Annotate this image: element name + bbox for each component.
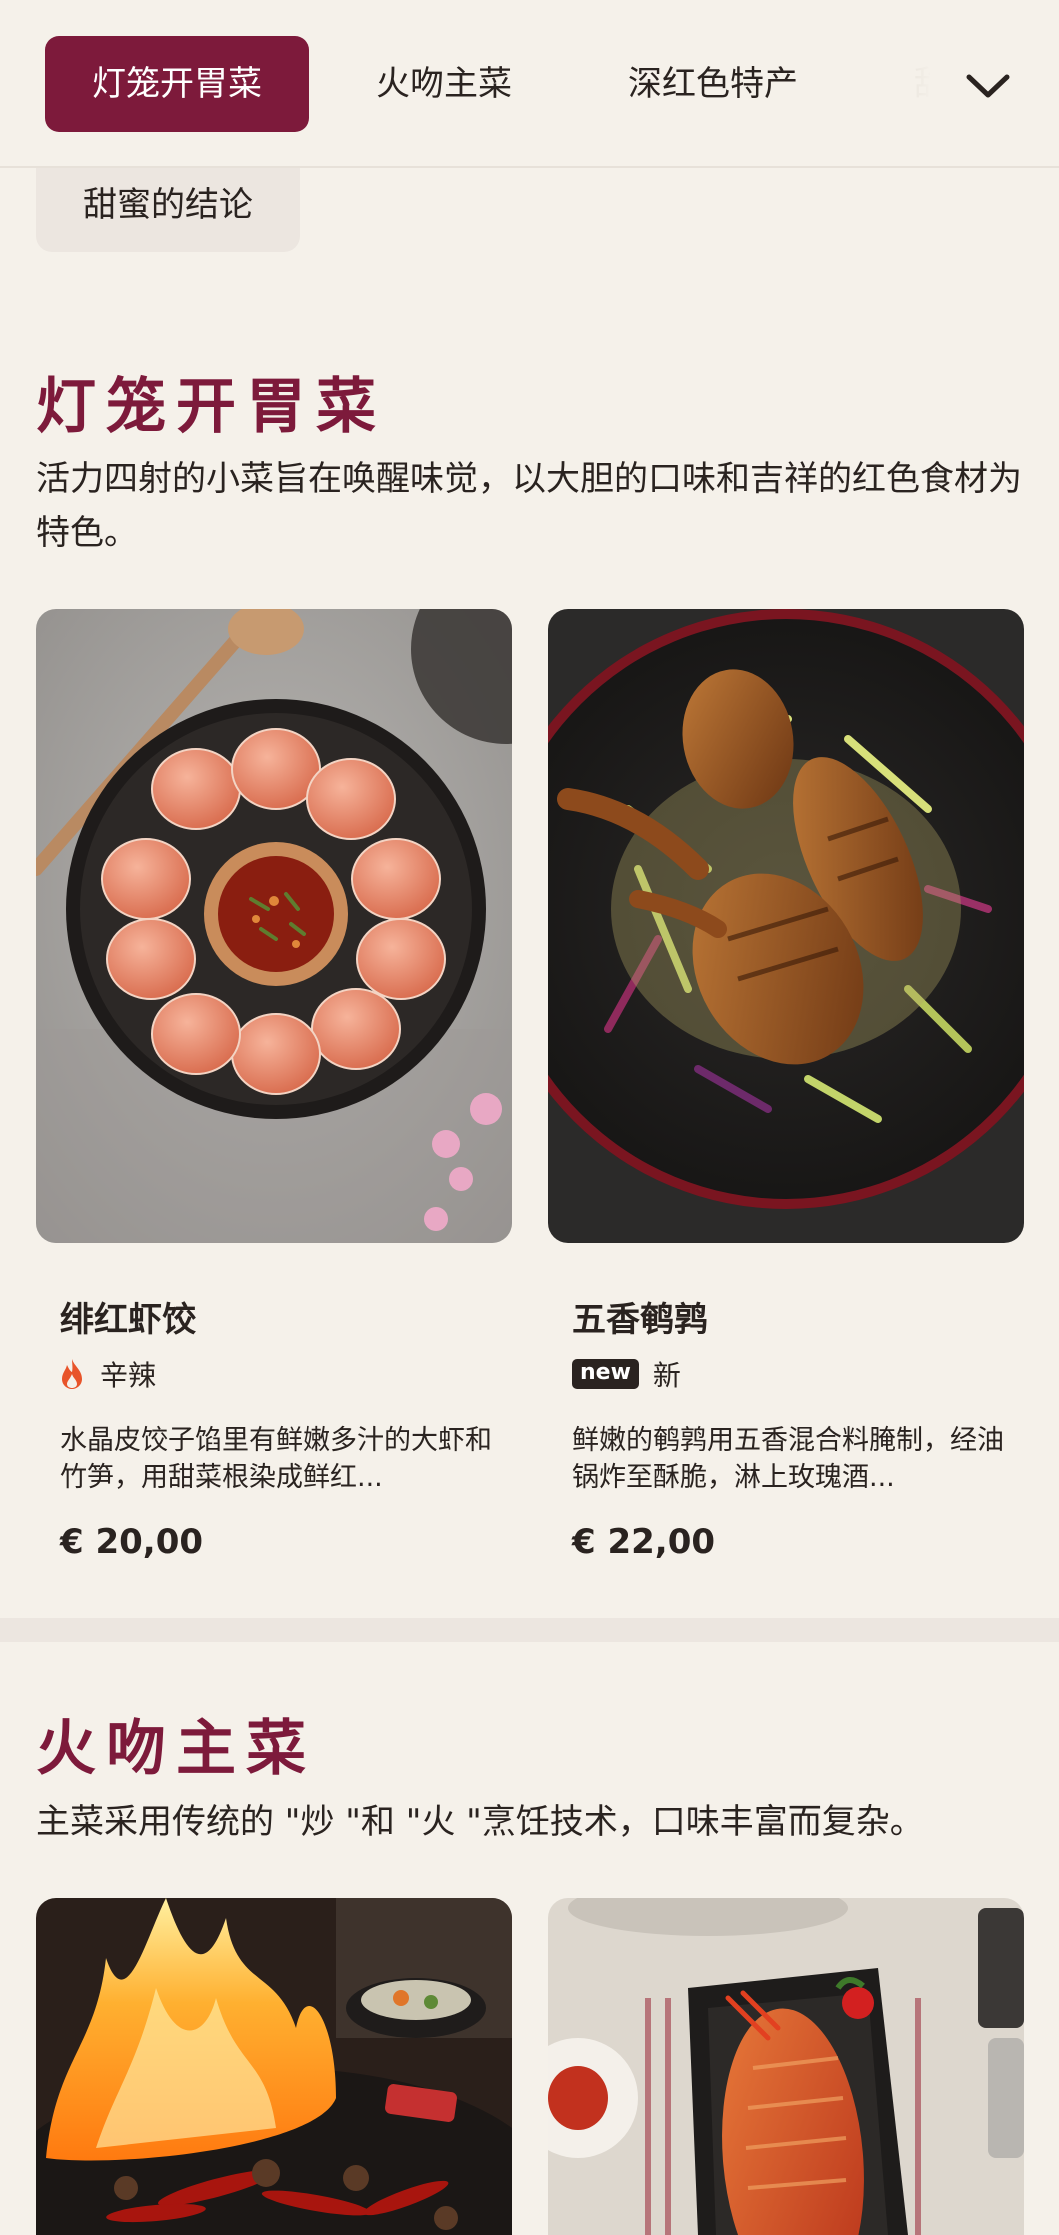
category-nav: 灯笼开胃菜 火吻主菜 深红色特产 甜 <box>0 0 1059 168</box>
dish-price: € 22,00 <box>572 1522 716 1562</box>
nav-fade-overlay <box>830 0 1059 166</box>
tab-sweet-conclusions[interactable]: 甜蜜的结论 <box>36 168 300 252</box>
spicy-tag: 辛辣 <box>60 1354 156 1394</box>
dish-name: 绯红虾饺 <box>60 1300 196 1340</box>
section-title: 火吻主菜 <box>36 1714 316 1784</box>
dish-name: 五香鹌鹑 <box>572 1300 708 1340</box>
flaming-stir-fry-image[interactable] <box>36 1898 512 2235</box>
tag-label: 新 <box>652 1359 681 1392</box>
flame-icon <box>62 1359 82 1389</box>
section-title: 灯笼开胃菜 <box>36 372 386 442</box>
section-description: 活力四射的小菜旨在唤醒味觉，以大胆的口味和吉祥的红色食材为特色。 <box>36 459 1022 553</box>
section-description: 主菜采用传统的 "炒 "和 "火 "烹饪技术，口味丰富而复杂。 <box>36 1802 924 1842</box>
shrimp-dumplings-image[interactable] <box>36 609 512 1243</box>
tag-label: 辛辣 <box>100 1359 157 1392</box>
dish-description: 鲜嫩的鹌鹑用五香混合料腌制，经油锅炸至酥脆，淋上玫瑰酒... <box>572 1425 1004 1493</box>
chevron-down-icon[interactable] <box>964 62 1012 110</box>
glazed-fish-image[interactable] <box>548 1898 1024 2235</box>
tab-fire-kissed-mains[interactable]: 火吻主菜 <box>332 36 556 132</box>
new-badge: new <box>572 1359 639 1389</box>
dish-description: 水晶皮饺子馅里有鲜嫩多汁的大虾和竹笋，用甜菜根染成鲜红... <box>60 1425 492 1493</box>
section-divider <box>0 1618 1059 1642</box>
new-tag: new 新 <box>572 1354 681 1394</box>
tab-lantern-appetizers[interactable]: 灯笼开胃菜 <box>45 36 309 132</box>
tab-crimson-specialties[interactable]: 深红色特产 <box>584 36 842 132</box>
dish-price: € 20,00 <box>60 1522 204 1562</box>
five-spice-quail-image[interactable] <box>548 609 1024 1243</box>
